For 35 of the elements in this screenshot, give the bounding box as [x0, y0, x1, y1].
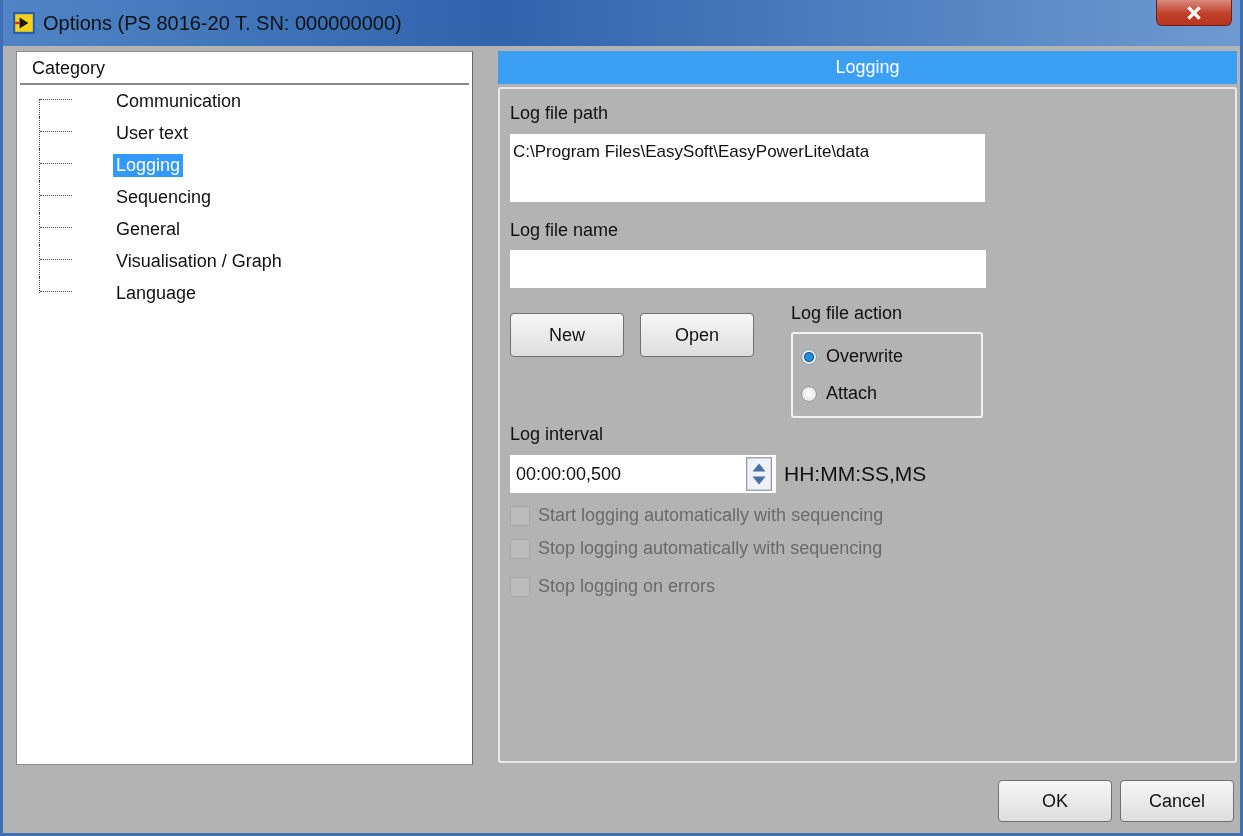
action-button[interactable]: Open	[640, 313, 754, 357]
unit-label: HH:MM:SS,MS	[784, 462, 927, 486]
checkbox-label: Stop logging on errors	[538, 576, 716, 597]
close-icon	[1185, 5, 1203, 20]
dialog-button[interactable]: Cancel	[1120, 780, 1234, 822]
action-button[interactable]: New	[510, 313, 624, 357]
close-button[interactable]	[1156, 0, 1232, 26]
field-label: Log file name	[510, 220, 619, 241]
path-field[interactable]: C:\Program Files\EasySoft\EasyPowerLite\data	[510, 134, 985, 202]
radio-button[interactable]	[801, 385, 817, 402]
checkbox-label: Stop logging automatically with sequencing	[538, 538, 883, 559]
field-label: Log file path	[510, 103, 609, 124]
dialog-button[interactable]: OK	[998, 780, 1112, 822]
tree-connector	[39, 213, 73, 245]
category-item[interactable]: Communication	[113, 89, 245, 113]
tree-connector	[39, 149, 73, 181]
interval-field[interactable]: 00:00:00,500	[510, 455, 776, 493]
category-item[interactable]: Language	[113, 281, 200, 305]
radio-label: Attach	[826, 383, 878, 404]
category-item[interactable]: Visualisation / Graph	[113, 249, 285, 273]
field-label: Log interval	[510, 424, 604, 445]
tree-connector	[39, 181, 73, 213]
category-item[interactable]: Sequencing	[113, 185, 215, 209]
panel-header: Logging	[498, 51, 1237, 84]
radio-label: Overwrite	[826, 346, 903, 367]
checkbox-label: Start logging automatically with sequencing	[538, 505, 884, 526]
app-icon	[13, 12, 35, 34]
spinner-icon[interactable]	[746, 456, 772, 492]
radio-button[interactable]	[801, 348, 817, 365]
group-label: Log file action	[791, 303, 904, 324]
category-item[interactable]: General	[113, 217, 184, 241]
category-header: Category	[20, 52, 469, 85]
window-title: Options (PS 8016-20 T. SN: 000000000)	[43, 11, 402, 35]
name-field[interactable]	[510, 250, 986, 288]
category-item[interactable]: User text	[113, 121, 192, 145]
